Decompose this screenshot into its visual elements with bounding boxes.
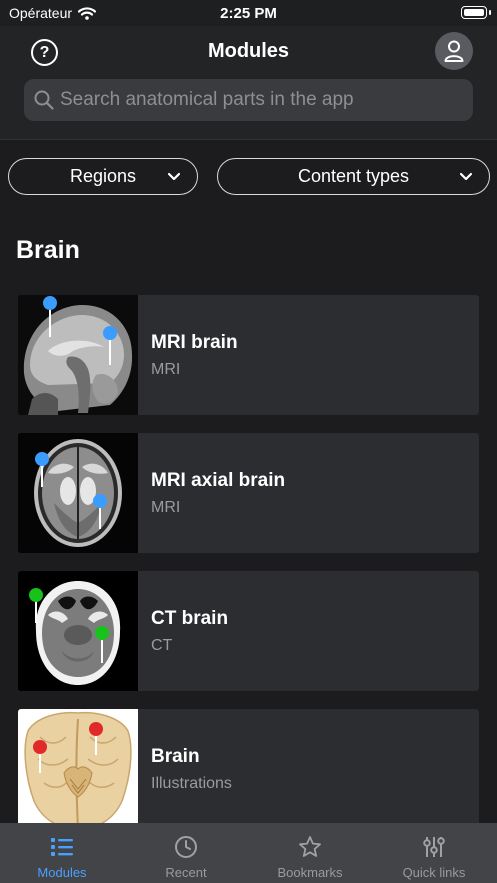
ct-brain-thumbnail — [18, 571, 138, 691]
tab-modules[interactable]: Modules — [0, 823, 124, 883]
tab-bar: Modules Recent Bookmarks Quick links — [0, 823, 497, 883]
module-type: MRI — [151, 499, 181, 516]
content-types-filter[interactable]: Content types — [217, 158, 490, 195]
module-card-brain-illustration[interactable]: Brain Illustrations — [18, 709, 479, 829]
mri-axial-brain-thumbnail — [18, 433, 138, 553]
regions-filter-label: Regions — [69, 166, 137, 186]
module-name: Brain — [151, 746, 200, 767]
marker-pin[interactable] — [103, 326, 117, 340]
chevron-down-icon — [459, 172, 473, 181]
module-card-mri-axial-brain[interactable]: MRI axial brain MRI — [18, 433, 479, 553]
module-type: Illustrations — [151, 775, 232, 792]
section-title: Brain — [16, 236, 80, 264]
chevron-down-icon — [167, 172, 181, 181]
marker-pin[interactable] — [95, 626, 109, 640]
sliders-icon — [423, 837, 445, 857]
marker-pin[interactable] — [43, 296, 57, 310]
search-icon — [34, 90, 54, 110]
status-bar: Opérateur 2:25 PM — [0, 0, 497, 26]
marker-pin[interactable] — [29, 588, 43, 602]
tab-recent[interactable]: Recent — [124, 823, 248, 883]
marker-pin[interactable] — [35, 452, 49, 466]
search-bar[interactable] — [24, 79, 473, 121]
module-name: MRI brain — [151, 332, 238, 353]
tab-label: Quick links — [402, 865, 466, 880]
marker-pin[interactable] — [93, 494, 107, 508]
user-icon — [444, 40, 464, 62]
module-type: MRI — [151, 361, 181, 378]
clock-icon — [175, 836, 197, 858]
regions-filter[interactable]: Regions — [8, 158, 198, 195]
tab-quick-links[interactable]: Quick links — [372, 823, 496, 883]
profile-button[interactable] — [435, 32, 473, 70]
marker-pin[interactable] — [33, 740, 47, 754]
status-time: 2:25 PM — [220, 5, 277, 22]
module-card-mri-brain[interactable]: MRI brain MRI — [18, 295, 479, 415]
brain-illustration-thumbnail — [18, 709, 138, 829]
header: ? Modules — [0, 26, 497, 140]
module-name: CT brain — [151, 608, 229, 629]
module-card-ct-brain[interactable]: CT brain CT — [18, 571, 479, 691]
module-type: CT — [151, 637, 173, 654]
tab-label: Modules — [37, 865, 87, 880]
module-name: MRI axial brain — [151, 470, 286, 491]
tab-bookmarks[interactable]: Bookmarks — [248, 823, 372, 883]
battery-icon — [461, 6, 491, 19]
tab-label: Bookmarks — [277, 865, 343, 880]
content-types-filter-label: Content types — [297, 166, 410, 186]
filter-bar: Regions Content types — [0, 158, 497, 196]
marker-pin[interactable] — [89, 722, 103, 736]
tab-label: Recent — [165, 865, 207, 880]
page-title: Modules — [207, 40, 290, 62]
search-input[interactable] — [60, 89, 460, 111]
mri-brain-thumbnail — [18, 295, 138, 415]
list-icon — [51, 838, 73, 856]
star-icon — [299, 836, 321, 857]
